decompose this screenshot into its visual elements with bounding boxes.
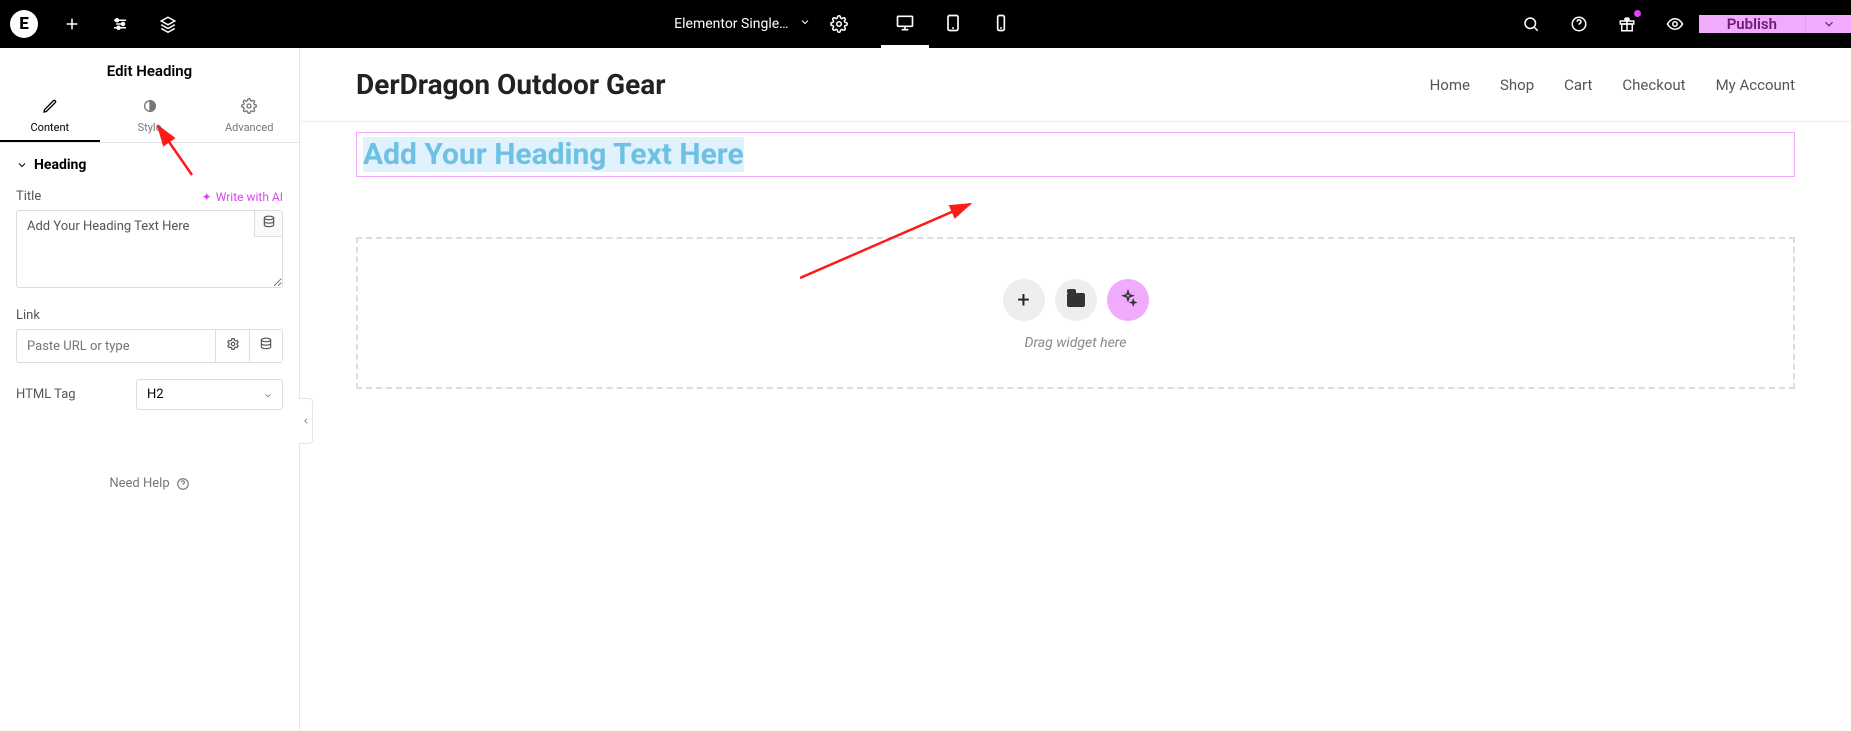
gear-icon xyxy=(226,337,240,355)
heading-text[interactable]: Add Your Heading Text Here xyxy=(363,137,744,172)
nav-link[interactable]: Cart xyxy=(1564,76,1592,94)
write-with-ai-button[interactable]: Write with AI xyxy=(202,190,283,204)
plus-icon: + xyxy=(1017,288,1029,313)
template-library-button[interactable] xyxy=(1055,279,1097,321)
ai-button[interactable] xyxy=(1107,279,1149,321)
database-icon xyxy=(259,337,273,355)
tab-label: Style xyxy=(138,121,162,134)
help-button[interactable] xyxy=(1555,0,1603,48)
chevron-down-icon[interactable] xyxy=(799,16,811,32)
elementor-logo[interactable]: E xyxy=(0,0,48,48)
chevron-down-icon xyxy=(16,159,28,171)
document-settings-button[interactable] xyxy=(821,0,857,48)
device-desktop-tab[interactable] xyxy=(881,0,929,48)
link-input[interactable] xyxy=(16,329,215,363)
preview-button[interactable] xyxy=(1651,0,1699,48)
panel-tabs: Content Style Advanced xyxy=(0,90,299,143)
nav-link[interactable]: My Account xyxy=(1716,76,1795,94)
tab-advanced[interactable]: Advanced xyxy=(199,90,299,142)
tab-style[interactable]: Style xyxy=(100,90,200,142)
add-widget-button[interactable]: + xyxy=(1003,279,1045,321)
drop-hint: Drag widget here xyxy=(1025,335,1127,351)
link-control: Link xyxy=(0,302,299,373)
link-dynamic-button[interactable] xyxy=(249,329,283,363)
drop-zone[interactable]: + Drag widget here xyxy=(356,237,1795,389)
site-title: DerDragon Outdoor Gear xyxy=(356,68,666,101)
help-icon xyxy=(176,477,190,491)
contrast-icon xyxy=(100,98,200,117)
device-tablet-tab[interactable] xyxy=(929,0,977,48)
editor-canvas: DerDragon Outdoor Gear Home Shop Cart Ch… xyxy=(300,48,1851,731)
page-settings-button[interactable] xyxy=(96,0,144,48)
html-tag-select[interactable]: H2 xyxy=(136,379,283,410)
sparkle-icon xyxy=(1119,289,1137,311)
add-element-button[interactable] xyxy=(48,0,96,48)
section-label: Heading xyxy=(34,157,86,173)
nav-link[interactable]: Home xyxy=(1430,76,1470,94)
tab-label: Content xyxy=(31,121,70,134)
database-icon xyxy=(262,215,276,233)
link-options-button[interactable] xyxy=(215,329,249,363)
title-label: Title xyxy=(16,189,41,204)
section-heading[interactable]: Heading xyxy=(0,143,299,183)
heading-widget[interactable]: Add Your Heading Text Here xyxy=(356,132,1795,177)
device-mobile-tab[interactable] xyxy=(977,0,1025,48)
nav-link[interactable]: Checkout xyxy=(1622,76,1685,94)
publish-button[interactable]: Publish xyxy=(1699,15,1805,33)
notification-dot xyxy=(1634,10,1641,17)
site-header: DerDragon Outdoor Gear Home Shop Cart Ch… xyxy=(300,48,1851,122)
folder-icon xyxy=(1067,293,1085,307)
html-tag-label: HTML Tag xyxy=(16,387,126,402)
html-tag-control: HTML Tag H2 xyxy=(0,373,299,416)
need-help-link[interactable]: Need Help xyxy=(0,476,299,491)
nav-link[interactable]: Shop xyxy=(1500,76,1534,94)
tab-label: Advanced xyxy=(225,121,273,134)
topbar: E Elementor Single… xyxy=(0,0,1851,48)
title-textarea[interactable] xyxy=(16,210,283,288)
document-name[interactable]: Elementor Single… xyxy=(674,16,788,32)
title-control: Title Write with AI xyxy=(0,183,299,302)
panel-title: Edit Heading xyxy=(0,48,299,90)
tab-content[interactable]: Content xyxy=(0,90,100,142)
need-help-label: Need Help xyxy=(109,476,169,491)
pencil-icon xyxy=(0,98,100,117)
link-label: Link xyxy=(16,308,40,323)
gear-icon xyxy=(199,98,299,117)
publish-options-button[interactable] xyxy=(1805,15,1851,33)
finder-search-button[interactable] xyxy=(1507,0,1555,48)
dynamic-tags-button[interactable] xyxy=(254,211,282,237)
site-nav: Home Shop Cart Checkout My Account xyxy=(1430,76,1795,94)
whats-new-button[interactable] xyxy=(1603,0,1651,48)
sidebar-panel: Edit Heading Content Style Advanced xyxy=(0,48,300,731)
navigator-button[interactable] xyxy=(144,0,192,48)
main-area: Edit Heading Content Style Advanced xyxy=(0,48,1851,731)
